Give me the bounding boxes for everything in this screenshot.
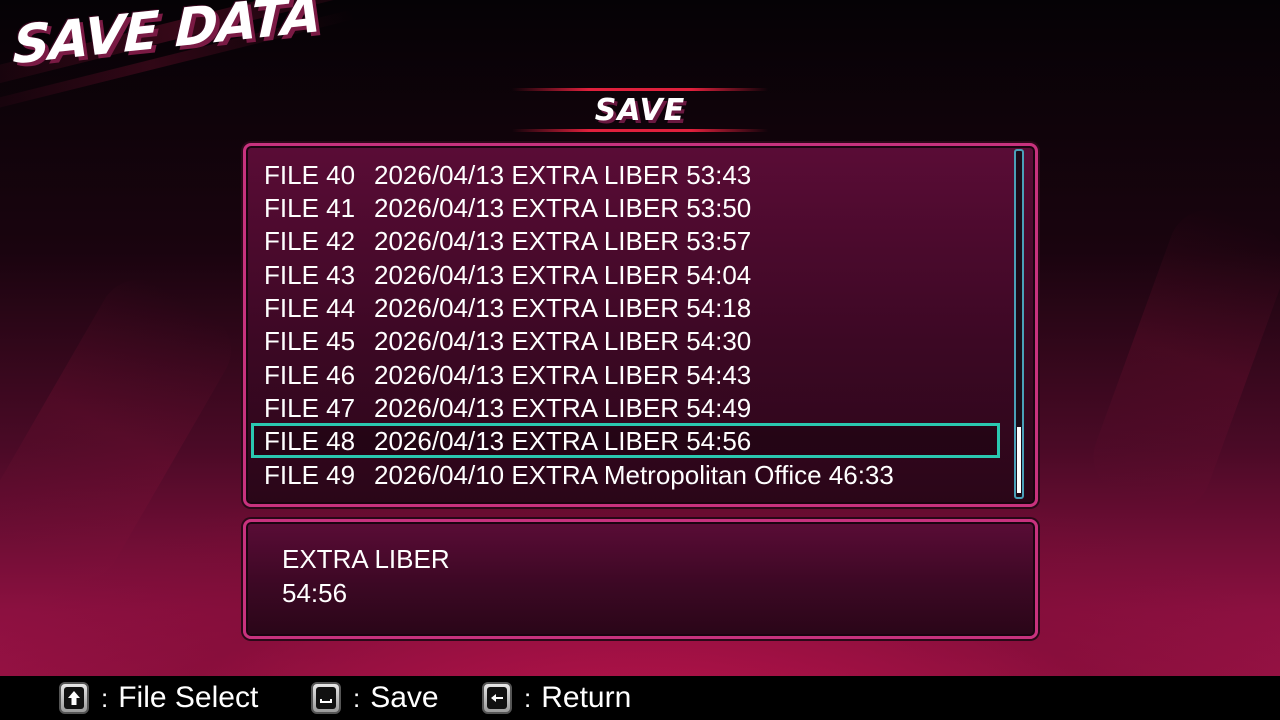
file-slot[interactable]: FILE 44 2026/04/13 EXTRA LIBER 54:18 [264,292,751,325]
file-slot-name: FILE 49 [264,460,356,490]
backspace-key-icon [482,682,512,714]
control-separator: : [101,682,109,713]
control-label: Save [370,681,439,714]
file-slot-info: 2026/04/13 EXTRA LIBER 54:04 [374,260,752,290]
up-arrow-key-icon [59,682,89,714]
file-slot-info: 2026/04/10 EXTRA Metropolitan Office 46:… [374,460,894,490]
control-label: Return [541,681,632,714]
file-slot-info: 2026/04/13 EXTRA LIBER 54:56 [374,426,752,456]
control-label: File Select [118,681,259,714]
file-list-scrollbar[interactable] [1014,149,1024,499]
file-slot-name: FILE 44 [264,293,356,323]
file-slot[interactable]: FILE 43 2026/04/13 EXTRA LIBER 54:04 [264,259,751,292]
file-slot-name: FILE 42 [264,226,356,256]
scrollbar-thumb[interactable] [1017,427,1021,493]
file-slot-name: FILE 41 [264,193,356,223]
header-line-bottom [512,129,768,132]
control-hint-save: : Save [311,680,439,716]
detail-location: EXTRA LIBER [282,544,450,574]
file-slot-info: 2026/04/13 EXTRA LIBER 54:18 [374,293,752,323]
mode-label: SAVE [594,93,686,128]
control-hint-file-select: : File Select [59,680,258,716]
file-slot-info: 2026/04/13 EXTRA LIBER 53:50 [374,193,752,223]
file-slot-info: 2026/04/13 EXTRA LIBER 53:43 [374,160,752,190]
file-slot-name: FILE 46 [264,360,356,390]
file-slot-name: FILE 43 [264,260,356,290]
file-slot-name: FILE 47 [264,393,356,423]
background-streak [1082,198,1280,522]
file-list-panel: FILE 40 2026/04/13 EXTRA LIBER 53:43 FILE… [243,143,1038,507]
file-slot-info: 2026/04/13 EXTRA LIBER 54:49 [374,393,752,423]
file-detail-panel: EXTRA LIBER 54:56 [243,519,1038,639]
file-slot-name: FILE 45 [264,326,356,356]
control-separator: : [524,682,532,713]
save-data-screen: SAVE DATA SAVE FILE 40 2026/04/13 EXTRA L… [0,0,1280,720]
file-slot-name: FILE 48 [264,426,356,456]
space-key-icon [311,682,341,714]
mode-header: SAVE [512,88,768,134]
header-line-top [512,88,768,91]
detail-playtime: 54:56 [282,578,348,608]
file-slot[interactable]: FILE 45 2026/04/13 EXTRA LIBER 54:30 [264,325,751,358]
file-slot-info: 2026/04/13 EXTRA LIBER 54:30 [374,326,752,356]
controls-bar: : File Select : Save: Return [0,676,1280,720]
file-slot-info: 2026/04/13 EXTRA LIBER 53:57 [374,226,752,256]
file-slot-name: FILE 40 [264,160,356,190]
file-slot[interactable]: FILE 41 2026/04/13 EXTRA LIBER 53:50 [264,192,751,225]
file-slot[interactable]: FILE 46 2026/04/13 EXTRA LIBER 54:43 [264,359,751,392]
control-hint-return: : Return [482,680,631,716]
file-slot-selected[interactable]: FILE 48 2026/04/13 EXTRA LIBER 54:56 [264,425,751,458]
control-separator: : [353,682,361,713]
file-slot[interactable]: FILE 49 2026/04/10 EXTRA Metropolitan Off… [264,459,894,492]
file-slot[interactable]: FILE 40 2026/04/13 EXTRA LIBER 53:43 [264,159,751,192]
file-slot[interactable]: FILE 42 2026/04/13 EXTRA LIBER 53:57 [264,225,751,258]
file-slot[interactable]: FILE 47 2026/04/13 EXTRA LIBER 54:49 [264,392,751,425]
background-streak [0,265,246,595]
file-slot-info: 2026/04/13 EXTRA LIBER 54:43 [374,360,752,390]
